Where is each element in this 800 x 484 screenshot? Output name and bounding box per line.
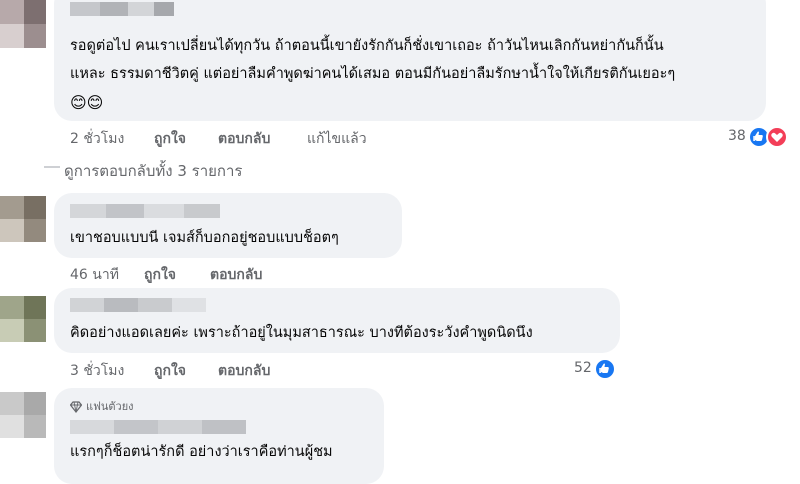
- comment-text-line: แหละ ธรรมดาชีวิตคู่ แต่อย่าลืมคำพูดฆ่าคน…: [70, 66, 676, 82]
- reply-text: แรกๆก็ช็อตน่ารักดี อย่างว่าเราคือท่านผู้…: [70, 444, 333, 460]
- avatar[interactable]: [0, 296, 46, 342]
- diamond-icon: [69, 401, 83, 413]
- like-button[interactable]: ถูกใจ: [154, 128, 186, 150]
- timestamp[interactable]: 46 นาที: [70, 264, 119, 286]
- reply-actions: 46 นาที ถูกใจ ตอบกลับ: [70, 264, 370, 284]
- like-button[interactable]: ถูกใจ: [154, 360, 186, 382]
- thread-connector: [44, 166, 60, 168]
- reaction-summary[interactable]: 52: [572, 358, 622, 382]
- comment-bubble: [54, 0, 766, 121]
- timestamp[interactable]: 3 ชั่วโมง: [70, 360, 124, 382]
- reply-text: คิดอย่างแอดเลยค่ะ เพราะถ้าอยู่ในมุมสาธาร…: [70, 325, 533, 341]
- reply-button[interactable]: ตอบกลับ: [218, 360, 270, 382]
- reaction-summary[interactable]: 38: [726, 126, 796, 150]
- reply-text: เขาชอบแบบนี เจมส์ก็บอกอยู่ชอบแบบช็อตๆ: [70, 230, 339, 246]
- fan-badge-label: แฟนตัวยง: [86, 400, 134, 413]
- timestamp[interactable]: 2 ชั่วโมง: [70, 128, 124, 150]
- fan-badge[interactable]: แฟนตัวยง: [69, 397, 134, 413]
- author-name-blurred[interactable]: [70, 420, 246, 434]
- avatar[interactable]: [0, 196, 46, 242]
- like-reaction-icon: [594, 358, 616, 380]
- reply-actions: 3 ชั่วโมง ถูกใจ ตอบกลับ: [70, 360, 370, 380]
- author-name-blurred[interactable]: [70, 298, 206, 312]
- author-name-blurred[interactable]: [70, 204, 220, 218]
- comment-actions: 2 ชั่วโมง ถูกใจ ตอบกลับ แก้ไขแล้ว: [70, 128, 470, 148]
- avatar[interactable]: [0, 0, 46, 48]
- avatar[interactable]: [0, 392, 46, 438]
- love-reaction-icon: [766, 126, 788, 148]
- comment-text-line: รอดูต่อไป คนเราเปลี่ยนได้ทุกวัน ถ้าตอนนี…: [70, 38, 664, 54]
- reply-button[interactable]: ตอบกลับ: [210, 264, 262, 286]
- like-button[interactable]: ถูกใจ: [144, 264, 176, 286]
- view-replies-link[interactable]: ดูการตอบกลับทั้ง 3 รายการ: [64, 159, 243, 183]
- reaction-count: 52: [574, 360, 592, 376]
- edited-label[interactable]: แก้ไขแล้ว: [307, 128, 367, 150]
- emoji: 😊😊: [70, 93, 104, 112]
- reaction-count: 38: [728, 128, 746, 144]
- reply-button[interactable]: ตอบกลับ: [218, 128, 270, 150]
- author-name-blurred[interactable]: [70, 2, 174, 16]
